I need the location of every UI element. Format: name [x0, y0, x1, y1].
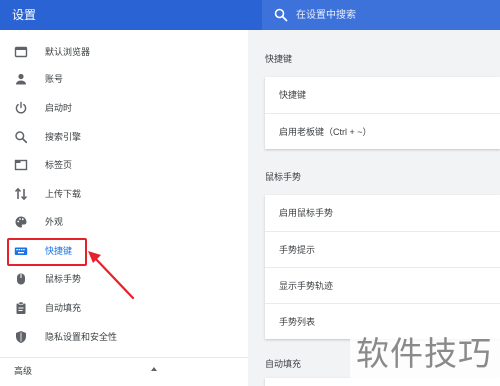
row-shortcuts[interactable]: 快捷键 — [265, 77, 500, 113]
sidebar-item-search-engine[interactable]: 搜索引擎 — [0, 126, 248, 148]
sidebar-item-label: 外观 — [45, 217, 64, 227]
person-icon — [16, 73, 26, 85]
sidebar: 默认浏览器 账号 启动时 搜索引擎 标签页 上传下载 外观 快捷键 鼠标手势 自… — [0, 30, 248, 386]
mouse-icon — [17, 273, 25, 285]
row-enable-mouse-gestures[interactable]: 启用鼠标手势 — [265, 195, 500, 231]
row-show-gesture-trail[interactable]: 显示手势轨迹 — [265, 267, 500, 303]
section-title-shortcuts: 快捷键 — [265, 54, 293, 64]
browser-window-icon — [14, 46, 28, 58]
shield-icon — [16, 331, 26, 343]
sidebar-item-label: 默认浏览器 — [45, 47, 91, 57]
sidebar-item-startup[interactable]: 启动时 — [0, 97, 248, 119]
up-down-arrows-icon — [14, 187, 28, 201]
search-box[interactable] — [262, 0, 500, 30]
tab-icon — [14, 159, 28, 171]
search-icon — [274, 8, 288, 22]
advanced-label: 高级 — [14, 366, 33, 376]
sidebar-item-autofill[interactable]: 自动填充 — [0, 297, 248, 319]
palette-icon — [15, 216, 27, 228]
row-label: 启用老板键（Ctrl + ~） — [279, 127, 372, 137]
sidebar-item-tabs[interactable]: 标签页 — [0, 154, 248, 176]
chevron-up-icon — [151, 367, 157, 371]
search-icon — [15, 131, 28, 144]
row-label: 快捷键 — [279, 90, 307, 100]
sidebar-item-label: 隐私设置和安全性 — [45, 332, 118, 342]
shortcuts-card: 快捷键 启用老板键（Ctrl + ~） — [265, 77, 500, 149]
sidebar-item-mouse-gestures[interactable]: 鼠标手势 — [0, 268, 248, 290]
sidebar-item-label: 鼠标手势 — [45, 274, 82, 284]
watermark-text: 软件技巧 — [356, 335, 492, 372]
top-bar: 设置 — [0, 0, 500, 30]
search-input[interactable] — [296, 6, 486, 24]
section-title-mouse-gestures: 鼠标手势 — [265, 172, 302, 182]
row-label: 显示手势轨迹 — [279, 281, 334, 291]
clipboard-icon — [16, 301, 26, 314]
row-boss-key[interactable]: 启用老板键（Ctrl + ~） — [265, 113, 500, 149]
sidebar-advanced-toggle[interactable]: 高级 — [0, 357, 248, 379]
sidebar-item-account[interactable]: 账号 — [0, 68, 248, 90]
sidebar-item-label: 上传下载 — [45, 189, 82, 199]
row-label: 手势提示 — [279, 245, 316, 255]
annotation-highlight-box — [7, 238, 87, 266]
page-title: 设置 — [12, 8, 37, 22]
sidebar-item-label: 自动填充 — [45, 303, 82, 313]
sidebar-item-label: 启动时 — [45, 103, 73, 113]
mouse-gestures-card: 启用鼠标手势 手势提示 显示手势轨迹 手势列表 — [265, 195, 500, 339]
sidebar-item-label: 账号 — [45, 74, 64, 84]
row-label: 启用鼠标手势 — [279, 208, 334, 218]
power-icon — [15, 101, 27, 114]
sidebar-item-upload-download[interactable]: 上传下载 — [0, 183, 248, 205]
sidebar-item-appearance[interactable]: 外观 — [0, 211, 248, 233]
sidebar-item-label: 搜索引擎 — [45, 132, 82, 142]
sidebar-item-default-browser[interactable]: 默认浏览器 — [0, 41, 248, 63]
sidebar-item-label: 标签页 — [45, 160, 73, 170]
section-title-autofill: 自动填充 — [265, 359, 302, 369]
row-label: 手势列表 — [279, 317, 316, 327]
sidebar-item-privacy-security[interactable]: 隐私设置和安全性 — [0, 326, 248, 348]
row-gesture-hint[interactable]: 手势提示 — [265, 231, 500, 267]
watermark: 软件技巧 — [350, 330, 500, 380]
